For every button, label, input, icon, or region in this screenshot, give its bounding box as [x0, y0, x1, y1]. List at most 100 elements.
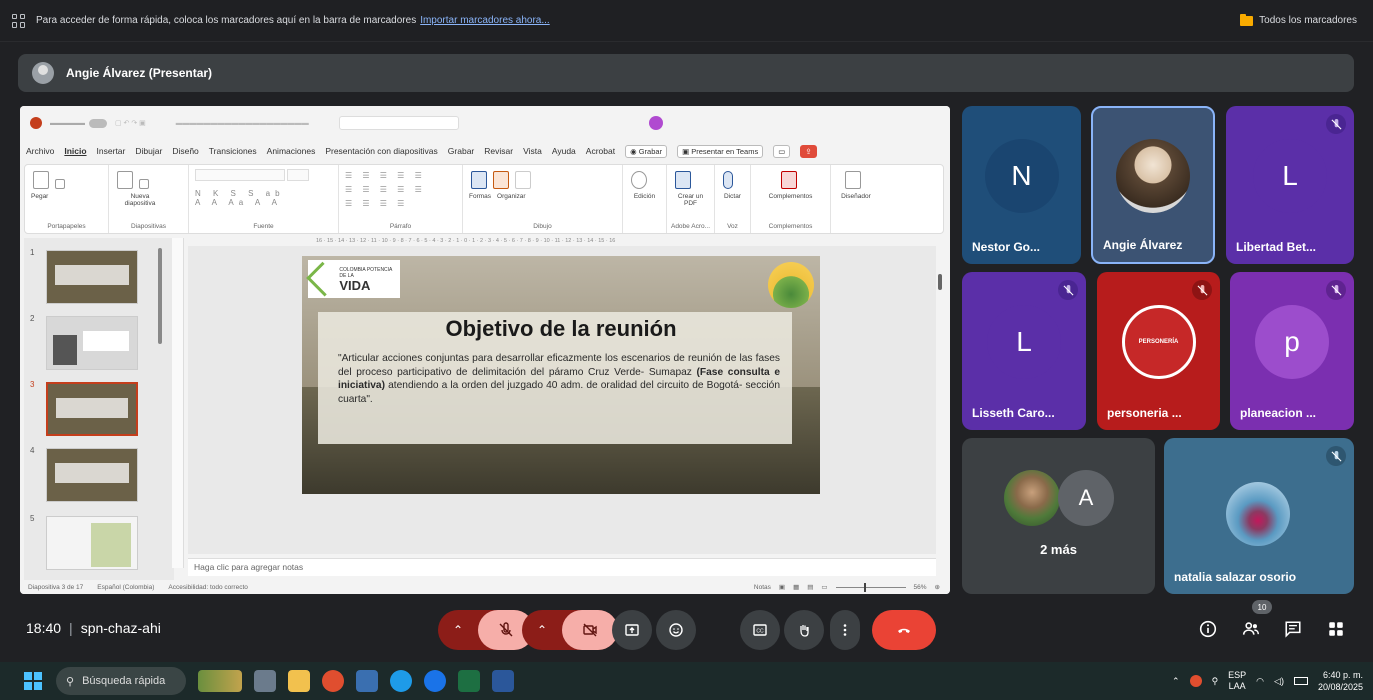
normal-view-icon[interactable]: ▣ — [779, 583, 785, 591]
new-slide-icon[interactable] — [117, 171, 133, 189]
user-avatar[interactable] — [648, 116, 663, 130]
task-view-icon[interactable] — [254, 670, 276, 692]
sorter-view-icon[interactable]: ▦ — [793, 583, 799, 591]
clock[interactable]: 6:40 p. m. 20/08/2025 — [1318, 669, 1363, 693]
windows-start-icon[interactable] — [24, 672, 42, 690]
find-icon[interactable] — [631, 171, 647, 189]
search-box[interactable] — [338, 116, 459, 130]
emoji-reaction-button[interactable] — [656, 610, 696, 650]
chrome-icon[interactable] — [424, 670, 446, 692]
font-size-box[interactable] — [286, 169, 309, 181]
people-button[interactable] — [1240, 618, 1262, 640]
participant-tile-angie[interactable]: Angie Álvarez — [1091, 106, 1215, 264]
end-call-button[interactable] — [872, 610, 936, 650]
battery-icon[interactable] — [1293, 677, 1308, 685]
arrange-icon[interactable] — [492, 171, 509, 189]
participant-tile-planeacion[interactable]: p planeacion ... — [1230, 272, 1354, 430]
autosave-toggle[interactable] — [89, 118, 107, 128]
file-explorer-icon[interactable] — [288, 670, 310, 692]
paste-icon[interactable] — [33, 171, 49, 189]
news-widget-icon[interactable] — [198, 670, 242, 692]
quick-styles-icon[interactable] — [514, 171, 531, 189]
participant-tile-natalia[interactable]: natalia salazar osorio — [1164, 438, 1354, 594]
all-bookmarks-button[interactable]: Todos los marcadores — [1240, 13, 1357, 26]
participant-tile-lisseth[interactable]: L Lisseth Caro... — [962, 272, 1086, 430]
tray-overflow-icon[interactable]: ⌃ — [1172, 676, 1180, 687]
record-button[interactable]: ◉ Grabar — [625, 144, 668, 158]
font-format-buttons[interactable]: N K S S ab — [195, 189, 332, 198]
share-icon[interactable]: ⇪ — [800, 144, 817, 158]
apps-grid-icon[interactable] — [12, 13, 26, 28]
volume-icon[interactable]: ◁) — [1274, 676, 1284, 687]
shapes-icon[interactable] — [471, 171, 487, 189]
participant-tile-libertad[interactable]: L Libertad Bet... — [1226, 106, 1354, 264]
thumbnail-scrollbar[interactable] — [158, 248, 162, 344]
import-bookmarks-link[interactable]: Importar marcadores ahora... — [420, 15, 550, 26]
font-name-box[interactable] — [195, 169, 285, 181]
tray-app-icon[interactable] — [1189, 675, 1202, 687]
slide-thumbnail[interactable] — [46, 250, 138, 304]
captions-button[interactable]: CC — [740, 610, 780, 650]
participant-tile-more[interactable]: A 2 más — [962, 438, 1155, 594]
excel-icon[interactable] — [458, 670, 480, 692]
notes-button[interactable]: Notas — [754, 584, 771, 591]
menu-animaciones[interactable]: Animaciones — [267, 146, 316, 156]
language-indicator[interactable]: ESP LAA — [1228, 670, 1246, 692]
usb-icon[interactable]: ⚲ — [1212, 676, 1219, 687]
comments-icon[interactable]: ▭ — [773, 144, 791, 158]
present-screen-button[interactable] — [612, 610, 652, 650]
wifi-icon[interactable]: ◠ — [1256, 676, 1264, 687]
word-icon[interactable] — [492, 670, 514, 692]
create-pdf-icon[interactable] — [675, 171, 691, 189]
taskbar-search[interactable]: ⚲ Búsqueda rápida — [56, 667, 186, 695]
slide-thumbnail[interactable] — [46, 448, 138, 502]
edge-browser-icon[interactable] — [390, 670, 412, 692]
designer-icon[interactable] — [845, 171, 861, 189]
language-status[interactable]: Español (Colombia) — [97, 584, 154, 591]
participant-tile-nestor[interactable]: N Nestor Go... — [962, 106, 1081, 264]
meeting-details-button[interactable] — [1197, 618, 1219, 640]
camera-options-chevron-icon[interactable]: ⌃ — [522, 623, 562, 637]
store-icon[interactable] — [356, 670, 378, 692]
addins-icon[interactable] — [781, 171, 797, 189]
camera-off-button[interactable] — [562, 610, 618, 650]
fit-slide-icon[interactable]: ⊕ — [935, 583, 940, 591]
reading-view-icon[interactable]: ▤ — [807, 583, 813, 591]
slide-thumbnail-selected[interactable] — [46, 382, 138, 436]
menu-vista[interactable]: Vista — [523, 146, 542, 156]
participant-tile-personeria[interactable]: PERSONERÍA personeria ... — [1097, 272, 1220, 430]
slide-scrollbar[interactable] — [938, 256, 944, 546]
menu-insertar[interactable]: Insertar — [97, 146, 126, 156]
notes-pane[interactable]: Haga clic para agregar notas — [188, 558, 936, 576]
raise-hand-button[interactable] — [784, 610, 824, 650]
font-color-buttons[interactable]: A A Aa A A — [195, 198, 332, 207]
microphone-dictate-icon[interactable] — [723, 171, 733, 189]
quick-access-icons[interactable]: ▢ ↶ ↷ ▣ — [115, 119, 146, 127]
menu-grabar[interactable]: Grabar — [448, 146, 474, 156]
zoom-slider[interactable] — [835, 582, 906, 592]
zoom-level[interactable]: 56% — [914, 584, 927, 591]
menu-presentacion[interactable]: Presentación con diapositivas — [325, 146, 437, 156]
menu-archivo[interactable]: Archivo — [26, 146, 54, 156]
menu-dibujar[interactable]: Dibujar — [135, 146, 162, 156]
cut-icon[interactable] — [54, 179, 65, 189]
menu-diseno[interactable]: Diseño — [172, 146, 198, 156]
layout-icon[interactable] — [138, 179, 149, 189]
activities-button[interactable] — [1325, 618, 1347, 640]
menu-ayuda[interactable]: Ayuda — [552, 146, 576, 156]
menu-revisar[interactable]: Revisar — [484, 146, 513, 156]
slide-thumbnail[interactable] — [46, 316, 138, 370]
present-teams-button[interactable]: ▣ Presentar en Teams — [677, 144, 764, 158]
slide-thumbnail[interactable] — [46, 516, 138, 570]
mic-options-chevron-icon[interactable]: ⌃ — [438, 623, 478, 637]
menu-acrobat[interactable]: Acrobat — [586, 146, 615, 156]
current-slide[interactable]: COLOMBIA POTENCIA DE LA VIDA Objetivo de … — [302, 256, 820, 494]
brave-browser-icon[interactable] — [322, 670, 344, 692]
menu-inicio[interactable]: Inicio — [64, 146, 86, 156]
menu-transiciones[interactable]: Transiciones — [209, 146, 257, 156]
chat-button[interactable] — [1282, 618, 1304, 640]
accessibility-status[interactable]: Accesibilidad: todo correcto — [168, 584, 248, 591]
slideshow-icon[interactable]: ▭ — [821, 583, 827, 591]
more-options-button[interactable] — [830, 610, 860, 650]
paragraph-buttons[interactable]: ☰ ☰ ☰ ☰ ☰ ☰ ☰ ☰ ☰ ☰ ☰ ☰ ☰ ☰ — [345, 169, 456, 211]
